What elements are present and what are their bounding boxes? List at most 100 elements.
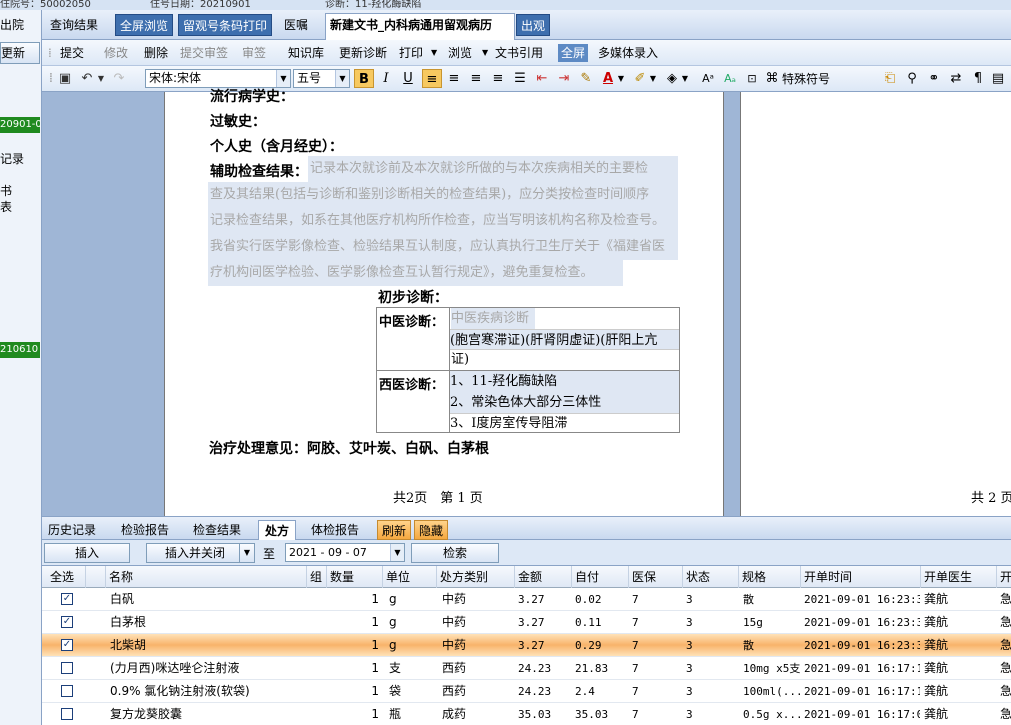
knowledge-base-button[interactable]: 知识库 xyxy=(288,44,324,62)
tab-orders[interactable]: 医嘱 xyxy=(280,14,312,36)
refresh-button[interactable]: 刷新 xyxy=(377,520,412,540)
special-symbol-icon[interactable]: ⌘ xyxy=(764,69,780,88)
row-checkbox[interactable]: ✓ xyxy=(61,593,73,605)
table-row[interactable]: ✓ 白茅根 1 g 中药 3.27 0.11 7 3 15g 2021-09-01 16:23:34… xyxy=(42,611,1011,634)
table-row[interactable]: 复方龙葵胶囊 1 瓶 成药 35.03 35.03 7 3 0.5g x... 2021-09-0… xyxy=(42,703,1011,725)
fill-color-icon[interactable]: ◈ xyxy=(662,69,682,88)
tab-new-document[interactable]: 新建文书_内科病通用留观病历 xyxy=(325,13,515,40)
align-justify-icon[interactable]: ≡ xyxy=(488,69,508,88)
header-order-time[interactable]: 开单时间 xyxy=(801,566,921,588)
header-spec[interactable]: 规格 xyxy=(739,566,801,588)
hide-button[interactable]: 隐藏 xyxy=(414,520,449,540)
insert-field-icon[interactable]: ⊡ xyxy=(742,69,762,88)
font-color-dropdown-icon[interactable]: ▼ xyxy=(616,69,626,88)
fill-dropdown-icon[interactable]: ▼ xyxy=(680,69,690,88)
font-color-icon[interactable]: A xyxy=(598,69,618,88)
header-name[interactable]: 名称 xyxy=(106,566,307,588)
tab-physical-report[interactable]: 体检报告 xyxy=(311,520,359,540)
header-unit[interactable]: 单位 xyxy=(383,566,437,588)
print-button[interactable]: 打印 xyxy=(399,44,423,62)
row-checkbox[interactable]: ✓ xyxy=(61,616,73,628)
table-row[interactable]: 0.9% 氯化钠注射液(软袋) 1 袋 西药 24.23 2.4 7 3 100ml(... 20… xyxy=(42,680,1011,703)
search-button[interactable]: 检索 xyxy=(411,543,499,563)
insert-and-close-button[interactable]: 插入并关闭 xyxy=(146,543,244,563)
tcm-diagnosis-placeholder[interactable]: 中医疾病诊断 xyxy=(451,308,535,329)
submit-button[interactable]: 提交 xyxy=(60,44,84,62)
cite-document-button[interactable]: 文书引用 xyxy=(495,44,543,62)
table-label[interactable]: 表 xyxy=(0,198,12,215)
paragraph-icon[interactable]: ¶ xyxy=(968,69,988,88)
header-select-all[interactable]: 全选 xyxy=(42,566,86,588)
insert-button[interactable]: 插入 xyxy=(44,543,130,563)
align-left-icon[interactable]: ≡ xyxy=(422,69,442,88)
tab-exam-result[interactable]: 检查结果 xyxy=(193,520,241,540)
find-binoculars-icon[interactable]: ⚭ xyxy=(924,69,944,88)
multimedia-input-button[interactable]: 多媒体录入 xyxy=(598,44,658,62)
bullet-list-icon[interactable]: ☰ xyxy=(510,69,530,88)
header-quantity[interactable]: 数量 xyxy=(327,566,383,588)
special-symbol-button[interactable]: 特殊符号 xyxy=(782,70,830,88)
document-page-1[interactable]: 流行病学史： 过敏史： 个人史（含月经史）： 辅助检查结果： 记录本次就诊前及本… xyxy=(164,89,724,516)
highlight-icon[interactable]: ✐ xyxy=(630,69,650,88)
print-dropdown-icon[interactable]: ▼ xyxy=(431,44,437,62)
insert-note-icon[interactable]: ⎗ xyxy=(880,69,900,88)
tab-lab-report[interactable]: 检验报告 xyxy=(121,520,169,540)
header-doctor[interactable]: 开单医生 xyxy=(921,566,997,588)
submit-review-button[interactable]: 提交审签 xyxy=(180,44,228,62)
aux-exam-placeholder-line-5[interactable]: 疗机构间医学检验、医学影像检查互认暂行规定》，避免重复检查。 xyxy=(208,260,623,286)
record-label[interactable]: 记录 xyxy=(0,150,24,167)
aux-exam-placeholder-line-1[interactable]: 记录本次就诊前及本次就诊所做的与本次疾病相关的主要检 xyxy=(308,156,678,182)
italic-icon[interactable]: I xyxy=(376,69,396,88)
undo-dropdown-icon[interactable]: ▼ xyxy=(96,70,106,88)
chevron-down-icon[interactable]: ▼ xyxy=(390,544,404,561)
header-insurance[interactable]: 医保 xyxy=(629,566,683,588)
patient-code-1[interactable]: 20901-0 xyxy=(0,117,40,133)
subscript-icon[interactable]: Aₐ xyxy=(720,69,740,88)
aux-exam-placeholder-line-4[interactable]: 我省实行医学影像检查、检验结果互认制度，应认真执行卫生厅关于《福建省医 xyxy=(208,234,678,260)
chevron-down-icon[interactable]: ▼ xyxy=(276,70,290,87)
delete-button[interactable]: 删除 xyxy=(144,44,168,62)
undo-icon[interactable]: ↶ xyxy=(78,70,96,88)
header-amount[interactable]: 金额 xyxy=(515,566,572,588)
header-urgency[interactable]: 开 xyxy=(997,566,1011,588)
tab-barcode-print[interactable]: 留观号条码打印 xyxy=(178,14,273,36)
page-setup-icon[interactable]: ▤ xyxy=(988,69,1008,88)
fullscreen-button[interactable]: 全屏 xyxy=(558,44,589,62)
superscript-icon[interactable]: Aᵃ xyxy=(698,69,718,88)
header-self-pay[interactable]: 自付 xyxy=(572,566,629,588)
align-right-icon[interactable]: ≡ xyxy=(466,69,486,88)
aux-exam-placeholder-line-3[interactable]: 记录检查结果，如系在其他医疗机构所作检查，应当写明该机构名称及检查号。 xyxy=(208,208,678,234)
font-size-select[interactable]: 五号 ▼ xyxy=(293,69,350,88)
row-checkbox[interactable] xyxy=(61,708,73,720)
wm-diagnosis-line-2[interactable]: 2、常染色体大部分三体性 xyxy=(450,392,679,413)
row-checkbox[interactable] xyxy=(61,685,73,697)
highlight-dropdown-icon[interactable]: ▼ xyxy=(648,69,658,88)
header-status[interactable]: 状态 xyxy=(683,566,739,588)
browse-dropdown-icon[interactable]: ▼ xyxy=(482,44,488,62)
outdent-icon[interactable]: ⇤ xyxy=(532,69,552,88)
tab-fullscreen-browse[interactable]: 全屏浏览 xyxy=(115,14,174,36)
table-row[interactable]: ✓ 北柴胡 1 g 中药 3.27 0.29 7 3 散 2021-09-01 16:23:34 龚航… xyxy=(42,634,1011,657)
underline-icon[interactable]: U xyxy=(398,69,418,88)
tcm-diagnosis-line-1[interactable]: (胞宫寒滞证)(肝肾阴虚证)(肝阳上亢 xyxy=(450,329,679,350)
discharge-button[interactable]: 出院 xyxy=(0,16,40,36)
wm-diagnosis-line-1[interactable]: 1、11-羟化酶缺陷 xyxy=(450,371,679,392)
chevron-down-icon[interactable]: ▼ xyxy=(335,70,349,87)
tab-history[interactable]: 历史记录 xyxy=(48,520,96,540)
align-center-icon[interactable]: ≡ xyxy=(444,69,464,88)
review-button[interactable]: 审签 xyxy=(242,44,266,62)
header-rx-category[interactable]: 处方类别 xyxy=(437,566,515,588)
row-checkbox[interactable]: ✓ xyxy=(61,639,73,651)
book-label[interactable]: 书 xyxy=(0,182,12,199)
tab-observe[interactable]: 出观 xyxy=(516,14,551,36)
row-checkbox[interactable] xyxy=(61,662,73,674)
aux-exam-placeholder-line-2[interactable]: 查及其结果(包括与诊断和鉴别诊断相关的检查结果)，应分类按检查时间顺序 xyxy=(208,182,678,208)
chevron-down-icon[interactable]: ▼ xyxy=(239,543,255,563)
tcm-diagnosis-line-2[interactable]: 证) xyxy=(451,350,469,370)
header-group[interactable]: 组 xyxy=(307,566,327,588)
table-row[interactable]: ✓ 白矾 1 g 中药 3.27 0.02 7 3 散 2021-09-01 16:23:34 龚航 急 xyxy=(42,588,1011,611)
tab-prescription[interactable]: 处方 xyxy=(258,520,297,540)
indent-icon[interactable]: ⇥ xyxy=(554,69,574,88)
tab-query-result[interactable]: 查询结果 xyxy=(46,14,102,36)
search-icon[interactable]: ⚲ xyxy=(902,69,922,88)
